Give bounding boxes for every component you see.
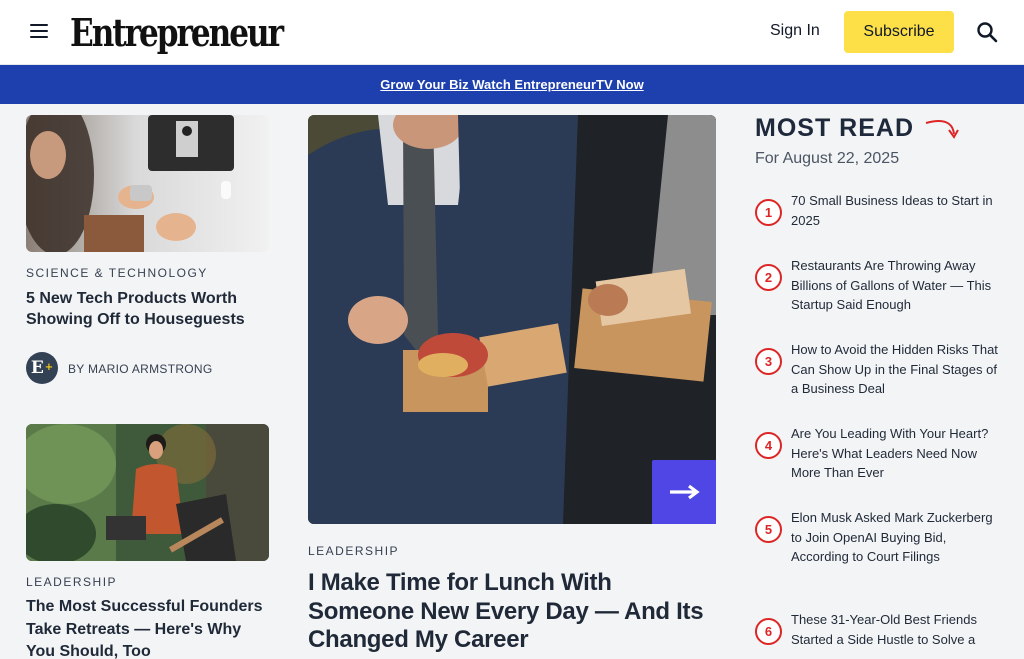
- rank-badge: 4: [755, 432, 782, 459]
- article-category[interactable]: SCIENCE & TECHNOLOGY: [26, 266, 208, 280]
- hero-category[interactable]: LEADERSHIP: [308, 544, 399, 558]
- sign-in-link[interactable]: Sign In: [770, 22, 820, 40]
- most-read-headline[interactable]: These 31-Year-Old Best Friends Started a…: [791, 610, 1001, 649]
- article-headline[interactable]: The Most Successful Founders Take Retrea…: [26, 596, 271, 659]
- most-read-headline[interactable]: Restaurants Are Throwing Away Billions o…: [791, 256, 1001, 315]
- rank-badge: 3: [755, 348, 782, 375]
- menu-icon[interactable]: [30, 24, 48, 40]
- article-headline[interactable]: 5 New Tech Products Worth Showing Off to…: [26, 289, 266, 331]
- site-logo[interactable]: Entrepreneur: [70, 10, 284, 55]
- author-byline[interactable]: BY MARIO ARMSTRONG: [68, 362, 213, 376]
- search-icon[interactable]: [976, 21, 998, 43]
- article-image-retreat[interactable]: [26, 424, 269, 561]
- rank-badge: 1: [755, 199, 782, 226]
- most-read-headline[interactable]: 70 Small Business Ideas to Start in 2025: [791, 191, 1001, 230]
- most-read-headline[interactable]: Are You Leading With Your Heart? Here's …: [791, 424, 1001, 483]
- rank-badge: 5: [755, 516, 782, 543]
- promo-link[interactable]: Grow Your Biz Watch EntrepreneurTV Now: [380, 77, 643, 92]
- subscribe-button[interactable]: Subscribe: [844, 11, 954, 53]
- most-read-date: For August 22, 2025: [755, 150, 900, 167]
- promo-banner: Grow Your Biz Watch EntrepreneurTV Now: [0, 65, 1024, 104]
- article-image-tech[interactable]: [26, 115, 269, 252]
- most-read-headline[interactable]: Elon Musk Asked Mark Zuckerberg to Join …: [791, 508, 1001, 567]
- author-avatar[interactable]: E +: [26, 352, 58, 384]
- rank-badge: 6: [755, 618, 782, 645]
- arrow-right-icon: [670, 484, 700, 500]
- hero-next-button[interactable]: [652, 460, 716, 524]
- most-read-title: MOST READ: [755, 114, 914, 142]
- hero-headline[interactable]: I Make Time for Lunch With Someone New E…: [308, 569, 723, 655]
- article-category[interactable]: LEADERSHIP: [26, 575, 117, 589]
- rank-badge: 2: [755, 264, 782, 291]
- curved-arrow-icon: [925, 120, 959, 139]
- most-read-headline[interactable]: How to Avoid the Hidden Risks That Can S…: [791, 340, 1001, 399]
- site-header: Entrepreneur Sign In Subscribe: [0, 0, 1024, 65]
